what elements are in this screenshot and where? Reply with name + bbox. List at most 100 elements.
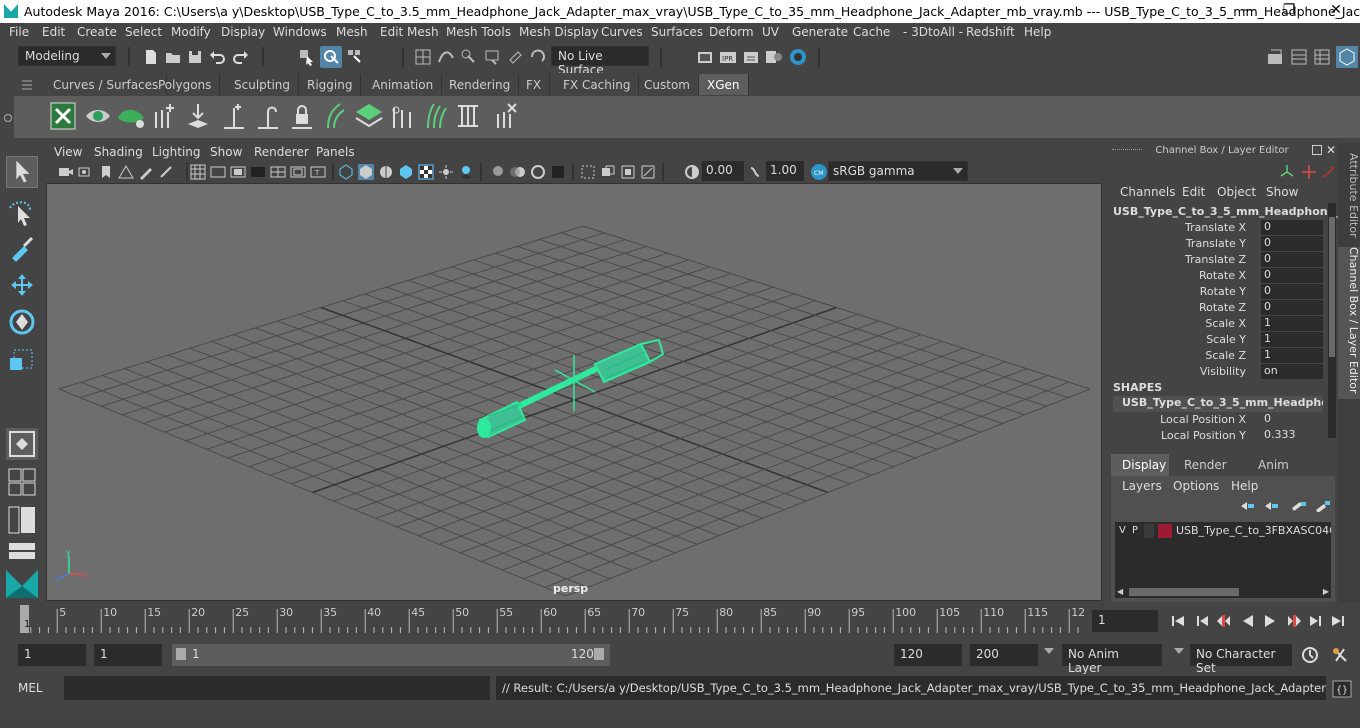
isolate-select-icon[interactable] <box>580 164 596 180</box>
new-layer-icon[interactable] <box>1291 500 1307 512</box>
channel-attribute-value[interactable]: on <box>1261 364 1323 379</box>
channel-attribute-name[interactable]: Visibility <box>1200 365 1246 378</box>
range-slider[interactable]: 1 120 <box>172 644 610 666</box>
channel-attribute-value[interactable]: 1 <box>1261 316 1323 331</box>
speed-icon[interactable] <box>1322 163 1336 181</box>
shape-attribute-row[interactable]: Local Position X 0 <box>1106 412 1322 428</box>
edit-menu[interactable]: Edit <box>1182 185 1205 199</box>
mode-selector[interactable]: Modeling <box>18 46 116 66</box>
menu-curves[interactable]: Curves <box>601 25 643 39</box>
chevron-down-icon[interactable] <box>1174 648 1184 654</box>
help-menu[interactable]: Help <box>1231 479 1258 493</box>
xgen-bend-guide-icon[interactable] <box>254 102 282 130</box>
menu-file[interactable]: File <box>9 25 29 39</box>
menu-modify[interactable]: Modify <box>171 25 211 39</box>
save-scene-icon[interactable] <box>186 48 204 66</box>
step-forward-key-icon[interactable] <box>1286 613 1302 629</box>
shelf-options-icon[interactable] <box>4 114 12 122</box>
render-settings-icon[interactable] <box>742 48 760 66</box>
chevron-down-icon[interactable] <box>1044 648 1054 654</box>
scale-tool-icon[interactable] <box>6 344 38 376</box>
ipr-render-icon[interactable]: IPR <box>719 48 737 66</box>
menu-surfaces[interactable]: Surfaces <box>651 25 703 39</box>
color-management-icon[interactable]: CM <box>810 163 828 181</box>
textured-icon[interactable] <box>418 164 434 180</box>
auto-key-icon[interactable] <box>1300 645 1320 665</box>
motion-blur-icon[interactable] <box>510 164 526 180</box>
menu-windows[interactable]: Windows <box>273 25 327 39</box>
tab-rigging[interactable]: Rigging <box>299 74 362 95</box>
shape-attribute-name[interactable]: Local Position X <box>1160 413 1246 426</box>
vray-icon[interactable] <box>789 48 807 66</box>
image-plane-icon[interactable] <box>118 164 134 180</box>
scroll-left-icon[interactable]: ◀ <box>1117 587 1123 596</box>
menu-uv[interactable]: UV <box>762 25 779 39</box>
menu-redshift[interactable]: Redshift <box>966 25 1015 39</box>
step-back-key-icon[interactable] <box>1216 613 1232 629</box>
channel-attribute-name[interactable]: Scale Y <box>1206 333 1246 346</box>
options-menu[interactable]: Options <box>1173 479 1219 493</box>
go-to-start-icon[interactable] <box>1170 613 1186 629</box>
viewport-menu-lighting[interactable]: Lighting <box>152 145 201 159</box>
menu-mesh-tools[interactable]: Mesh Tools <box>446 25 511 39</box>
manipulator-icon[interactable] <box>1300 163 1318 181</box>
viewport-menu-show[interactable]: Show <box>210 145 242 159</box>
channel-attribute-row[interactable]: Rotate X 0 <box>1106 268 1323 284</box>
channel-attribute-name[interactable]: Rotate X <box>1199 269 1246 282</box>
persp-outliner-layout-icon[interactable] <box>8 506 36 534</box>
range-start-handle[interactable] <box>176 648 186 660</box>
menu-3dtoall[interactable]: - 3DtoAll - <box>903 25 963 39</box>
layer-row[interactable]: V P USB_Type_C_to_3FBXASC0465_r <box>1115 522 1331 540</box>
channel-attribute-name[interactable]: Scale Z <box>1205 349 1246 362</box>
tab-rendering[interactable]: Rendering <box>441 74 520 95</box>
channel-attribute-value[interactable]: 0 <box>1261 252 1323 267</box>
undo-icon[interactable] <box>208 48 226 66</box>
go-to-end-icon[interactable] <box>1330 613 1346 629</box>
shape-attribute-row[interactable]: Local Position Y 0.333 <box>1106 428 1322 444</box>
smooth-shade-icon[interactable] <box>358 164 374 180</box>
move-layer-down-icon[interactable] <box>1263 500 1279 512</box>
select-by-component-icon[interactable] <box>346 48 364 66</box>
tab-sculpting[interactable]: Sculpting <box>226 74 300 95</box>
select-camera-icon[interactable] <box>58 164 74 180</box>
channel-attribute-value[interactable]: 0 <box>1261 300 1323 315</box>
animation-preferences-icon[interactable] <box>1330 645 1350 665</box>
channel-attribute-value[interactable]: 1 <box>1261 348 1323 363</box>
step-back-frame-icon[interactable] <box>1194 613 1210 629</box>
perspective-viewport[interactable]: y x z persp <box>46 183 1102 601</box>
four-view-layout-icon[interactable] <box>8 468 36 496</box>
safe-action-icon[interactable] <box>290 164 306 180</box>
playback-end-field[interactable]: 120 <box>894 644 962 666</box>
symmetry-icon[interactable] <box>529 48 547 66</box>
xgen-add-guide-icon[interactable] <box>150 102 178 130</box>
xgen-delete-guide-icon[interactable] <box>490 102 518 130</box>
viewport-menu-shading[interactable]: Shading <box>94 145 143 159</box>
menu-create[interactable]: Create <box>77 25 117 39</box>
xgen-sculpt-guide-icon[interactable] <box>220 102 248 130</box>
open-scene-icon[interactable] <box>164 48 182 66</box>
resolution-gate-icon[interactable] <box>230 164 246 180</box>
menu-edit-mesh[interactable]: Edit Mesh <box>380 25 439 39</box>
snap-grid-icon[interactable] <box>414 48 432 66</box>
channel-attribute-row[interactable]: Translate Z 0 <box>1106 252 1323 268</box>
channel-attribute-name[interactable]: Rotate Z <box>1199 301 1246 314</box>
float-panel-icon[interactable] <box>1312 145 1322 155</box>
wireframe-icon[interactable] <box>338 164 354 180</box>
single-perspective-layout-icon[interactable] <box>6 428 38 460</box>
toggle-modeling-toolkit-icon[interactable] <box>1336 46 1358 68</box>
menu-generate[interactable]: Generate <box>792 25 848 39</box>
xgen-flatten-icon[interactable] <box>454 102 482 130</box>
close-panel-icon[interactable]: ✕ <box>1326 143 1336 157</box>
xgen-preview-icon[interactable] <box>84 102 112 130</box>
xray-joints-icon[interactable] <box>640 164 656 180</box>
workspace-icon[interactable] <box>1266 48 1284 66</box>
show-menu[interactable]: Show <box>1266 185 1298 199</box>
lasso-tool-icon[interactable] <box>6 196 38 228</box>
play-forwards-icon[interactable] <box>1262 613 1278 629</box>
camera-attributes-icon[interactable] <box>78 164 94 180</box>
tab-fx-caching[interactable]: FX Caching <box>555 74 640 95</box>
default-material-icon[interactable] <box>378 164 394 180</box>
snap-curve-icon[interactable] <box>437 48 455 66</box>
viewport-menu-renderer[interactable]: Renderer <box>254 145 309 159</box>
xgen-lock-guide-icon[interactable] <box>288 102 316 130</box>
